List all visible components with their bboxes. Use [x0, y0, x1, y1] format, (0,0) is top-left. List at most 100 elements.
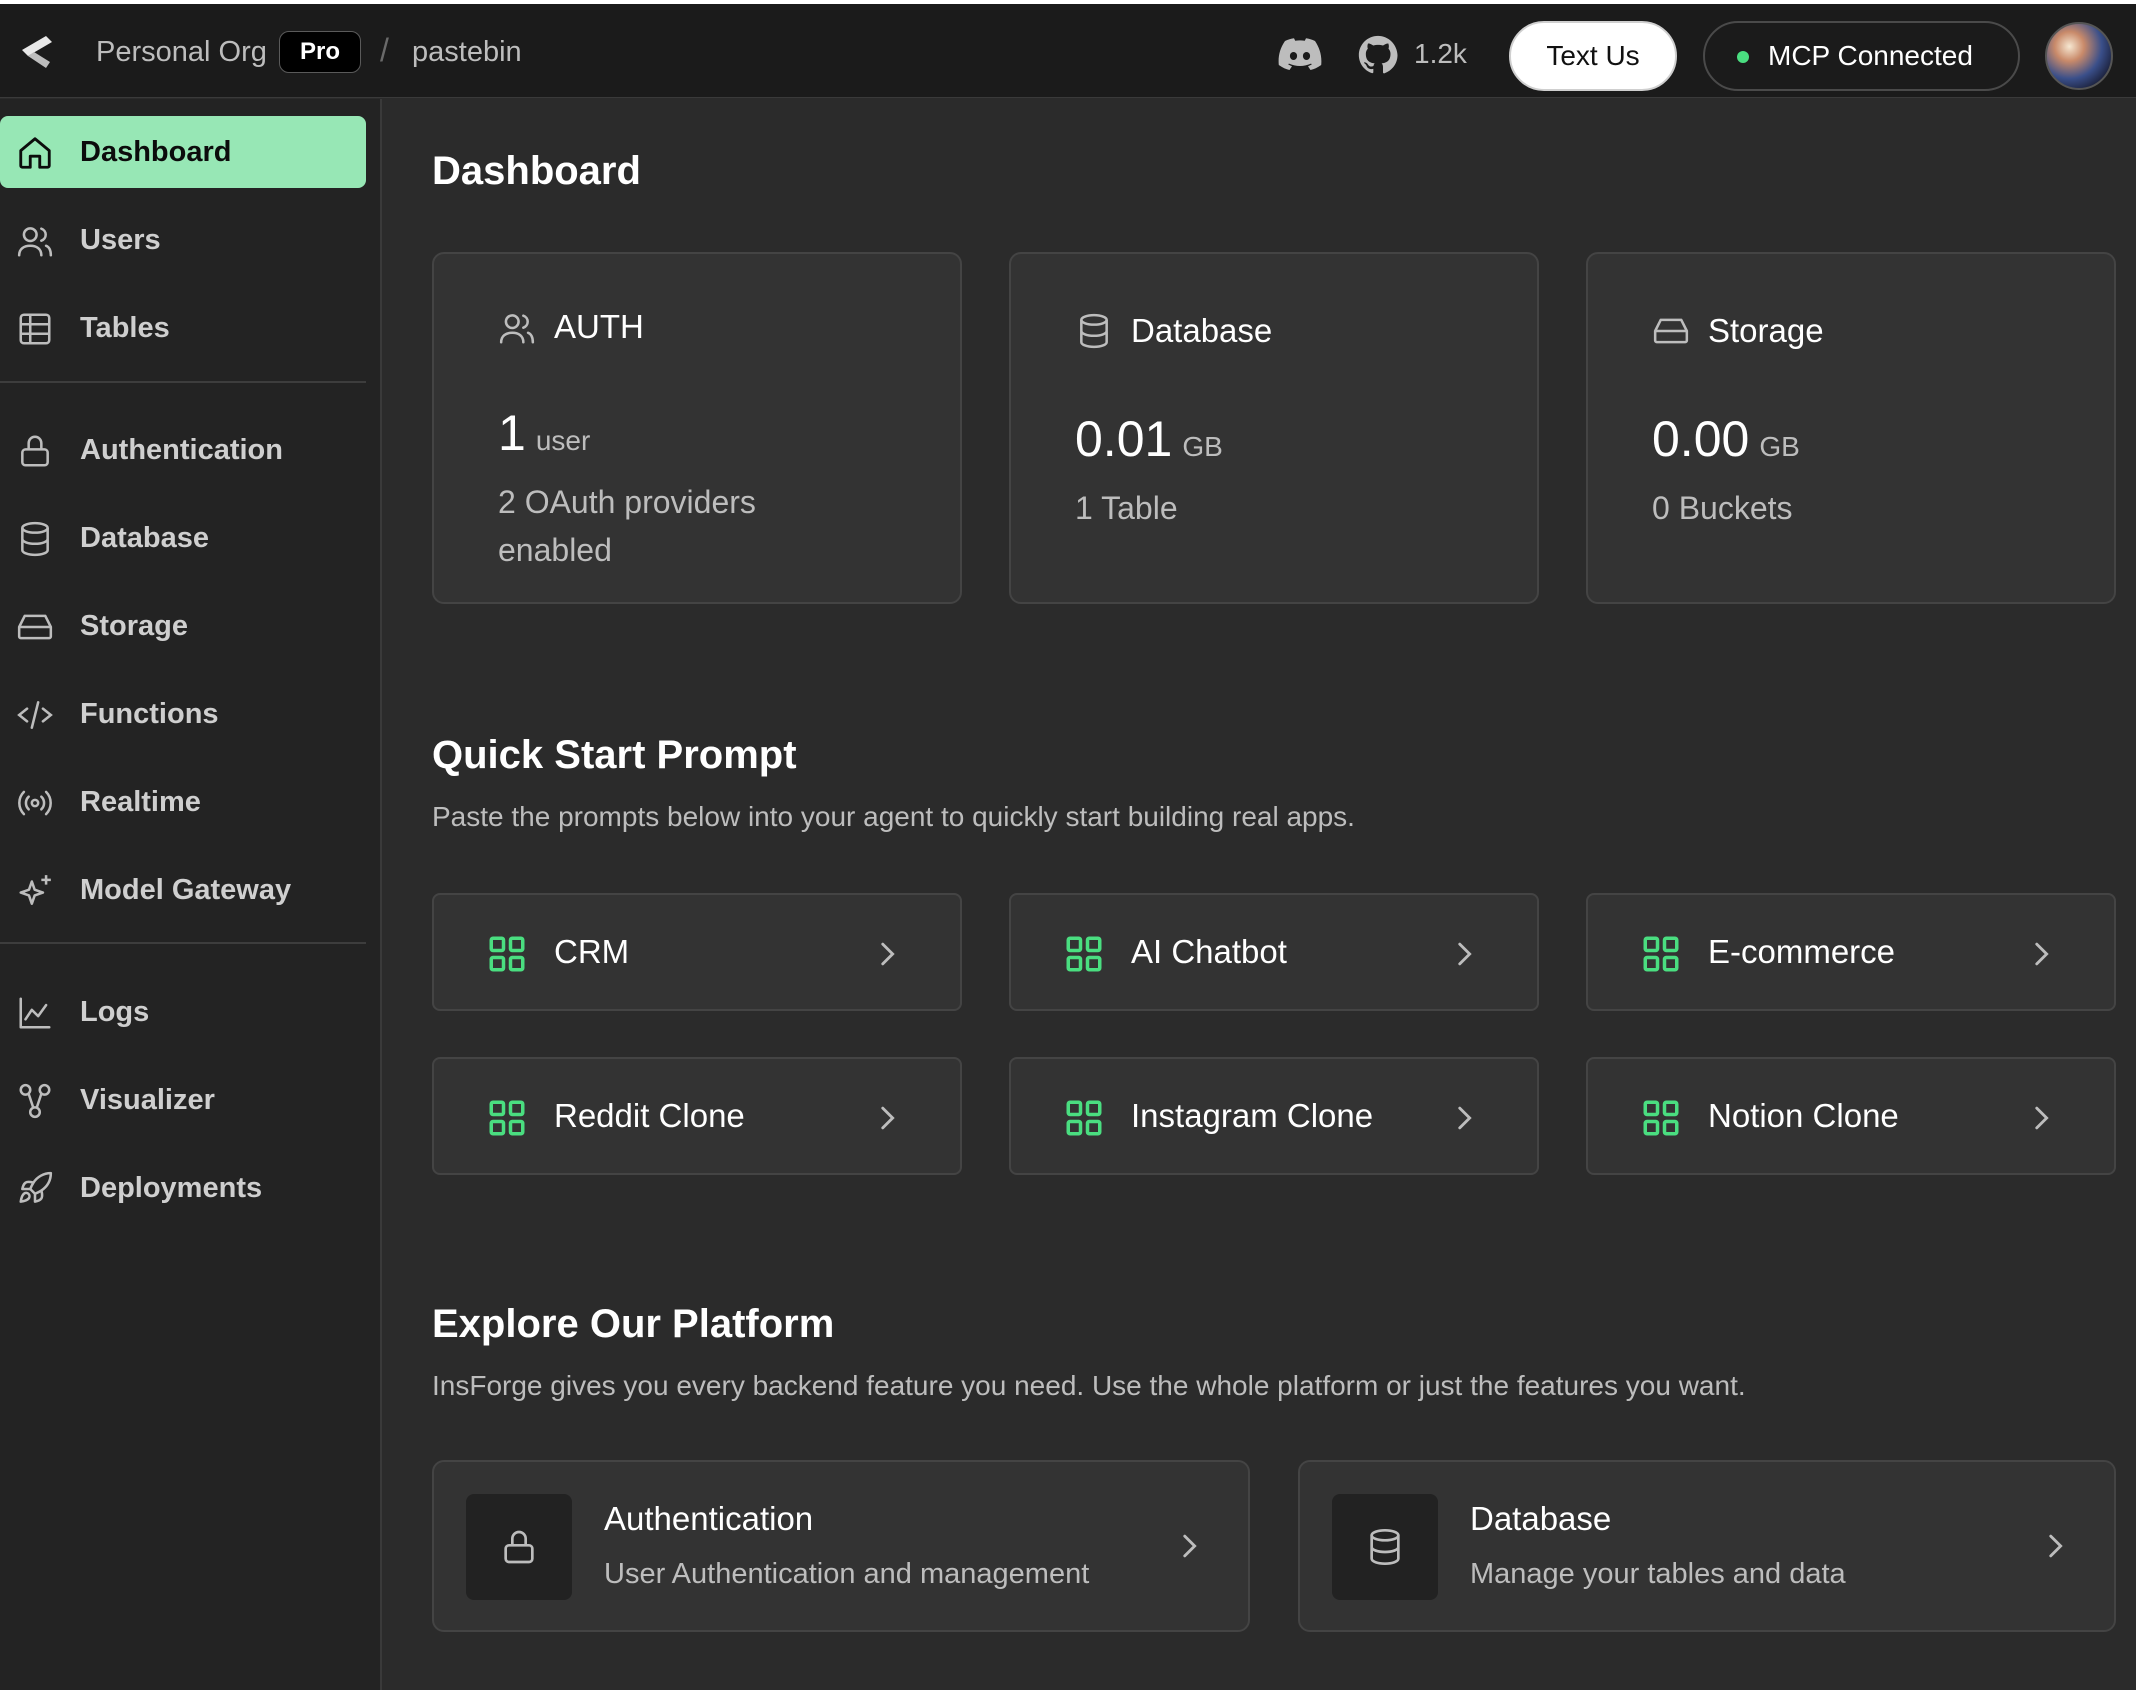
sidebar-divider [0, 942, 366, 944]
stat-value: 0.01 GB [1075, 410, 1223, 468]
sidebar-item-tables[interactable]: Tables [0, 292, 366, 364]
prompt-card-crm[interactable]: CRM [432, 893, 962, 1011]
github-star-count[interactable]: 1.2k [1414, 38, 1467, 70]
chevron-right-icon [2049, 1534, 2063, 1558]
sidebar-item-model-gateway[interactable]: Model Gateway [0, 854, 366, 926]
storage-icon [1653, 318, 1689, 344]
sidebar-item-dashboard[interactable]: Dashboard [0, 116, 366, 188]
broadcast-icon [18, 790, 52, 816]
top-bar: Personal Org Pro / pastebin 1.2k Text Us… [0, 0, 2136, 98]
platform-card-authentication[interactable]: Authentication User Authentication and m… [432, 1460, 1250, 1632]
sidebar-item-label: Deployments [80, 1172, 263, 1204]
sidebar-item-label: Model Gateway [80, 874, 292, 906]
prompt-card-ai-chatbot[interactable]: AI Chatbot [1009, 893, 1539, 1011]
chevron-right-icon [1183, 1534, 1197, 1558]
chevron-right-icon [2035, 1106, 2049, 1130]
database-icon [21, 521, 49, 557]
mcp-status-label: MCP Connected [1768, 40, 1973, 71]
graph-icon [19, 1083, 51, 1119]
grid-icon [1643, 936, 1679, 972]
platform-card-title: Database [1470, 1500, 1612, 1537]
insforge-logo-icon[interactable] [16, 32, 56, 72]
explore-title: Explore Our Platform [432, 1302, 835, 1346]
chart-line-icon [19, 997, 51, 1029]
prompt-card-reddit-clone[interactable]: Reddit Clone [432, 1057, 962, 1175]
stat-title: AUTH [554, 308, 644, 345]
grid-icon [1066, 936, 1102, 972]
chevron-right-icon [881, 1106, 895, 1130]
stat-number: 0.01 [1075, 411, 1173, 467]
stat-title: Database [1131, 312, 1273, 349]
chevron-right-icon [881, 942, 895, 966]
github-icon[interactable] [1358, 35, 1398, 75]
storage-stat-card[interactable]: Storage 0.00 GB 0 Buckets [1586, 252, 2116, 604]
sidebar-divider [0, 381, 366, 383]
discord-icon[interactable] [1278, 38, 1322, 70]
prompt-label: Instagram Clone [1131, 1097, 1374, 1134]
auth-stat-card[interactable]: AUTH 1 user 2 OAuth providers enabled [432, 252, 962, 604]
org-name[interactable]: Personal Org [96, 36, 267, 69]
platform-card-database[interactable]: Database Manage your tables and data [1298, 1460, 2116, 1632]
grid-icon [1066, 1100, 1102, 1136]
prompt-label: Notion Clone [1708, 1097, 1899, 1134]
users-icon [499, 314, 535, 344]
prompt-card-e-commerce[interactable]: E-commerce [1586, 893, 2116, 1011]
prompt-card-notion-clone[interactable]: Notion Clone [1586, 1057, 2116, 1175]
sidebar-item-database[interactable]: Database [0, 502, 366, 574]
mcp-status-button[interactable]: MCP Connected [1703, 21, 2020, 91]
sidebar-item-realtime[interactable]: Realtime [0, 766, 366, 838]
breadcrumb-separator: / [380, 32, 389, 68]
sidebar-item-logs[interactable]: Logs [0, 976, 366, 1048]
stat-unit: GB [1182, 431, 1223, 462]
database-icon [1080, 313, 1108, 349]
sidebar: Dashboard Users Tables Authentication Da… [0, 99, 382, 1690]
sidebar-item-label: Users [80, 224, 161, 256]
platform-icon-box [1332, 1494, 1438, 1600]
quick-start-description: Paste the prompts below into your agent … [432, 801, 1355, 832]
prompt-label: CRM [554, 933, 630, 970]
sidebar-item-label: Realtime [80, 786, 201, 818]
lock-icon [504, 1530, 534, 1564]
sidebar-item-label: Storage [80, 610, 188, 642]
platform-icon-box [466, 1494, 572, 1600]
stat-subtext: 2 OAuth providers enabled [498, 484, 756, 568]
grid-icon [1643, 1100, 1679, 1136]
quick-start-title: Quick Start Prompt [432, 733, 797, 777]
rocket-icon [19, 1171, 53, 1203]
users-icon [17, 227, 53, 257]
sidebar-item-functions[interactable]: Functions [0, 678, 366, 750]
sidebar-item-storage[interactable]: Storage [0, 590, 366, 662]
sidebar-item-authentication[interactable]: Authentication [0, 414, 366, 486]
sidebar-item-label: Visualizer [80, 1084, 215, 1116]
sidebar-item-label: Dashboard [80, 136, 232, 168]
stat-subtext: 1 Table [1075, 490, 1178, 526]
user-avatar[interactable] [2045, 22, 2113, 90]
text-us-button[interactable]: Text Us [1509, 21, 1677, 91]
lock-icon [21, 435, 49, 467]
project-name[interactable]: pastebin [412, 36, 522, 69]
chevron-right-icon [2035, 942, 2049, 966]
sidebar-item-label: Authentication [80, 434, 283, 466]
storage-icon [17, 614, 53, 640]
platform-card-title: Authentication [604, 1500, 814, 1537]
chevron-right-icon [1458, 942, 1472, 966]
home-icon [19, 137, 51, 169]
sidebar-item-visualizer[interactable]: Visualizer [0, 1064, 366, 1136]
status-dot-icon [1737, 51, 1749, 63]
grid-icon [489, 936, 525, 972]
code-icon [17, 701, 53, 729]
grid-icon [489, 1100, 525, 1136]
database-stat-card[interactable]: Database 0.01 GB 1 Table [1009, 252, 1539, 604]
chevron-right-icon [1458, 1106, 1472, 1130]
table-icon [19, 313, 51, 345]
prompt-label: Reddit Clone [554, 1097, 745, 1134]
stat-subtext: 0 Buckets [1652, 490, 1793, 526]
explore-description: InsForge gives you every backend feature… [432, 1370, 1746, 1401]
stat-title: Storage [1708, 312, 1824, 349]
stat-number: 0.00 [1652, 411, 1750, 467]
sidebar-item-deployments[interactable]: Deployments [0, 1152, 366, 1224]
sidebar-item-users[interactable]: Users [0, 204, 366, 276]
prompt-card-instagram-clone[interactable]: Instagram Clone [1009, 1057, 1539, 1175]
stat-unit: GB [1759, 431, 1800, 462]
sidebar-item-label: Tables [80, 312, 170, 344]
